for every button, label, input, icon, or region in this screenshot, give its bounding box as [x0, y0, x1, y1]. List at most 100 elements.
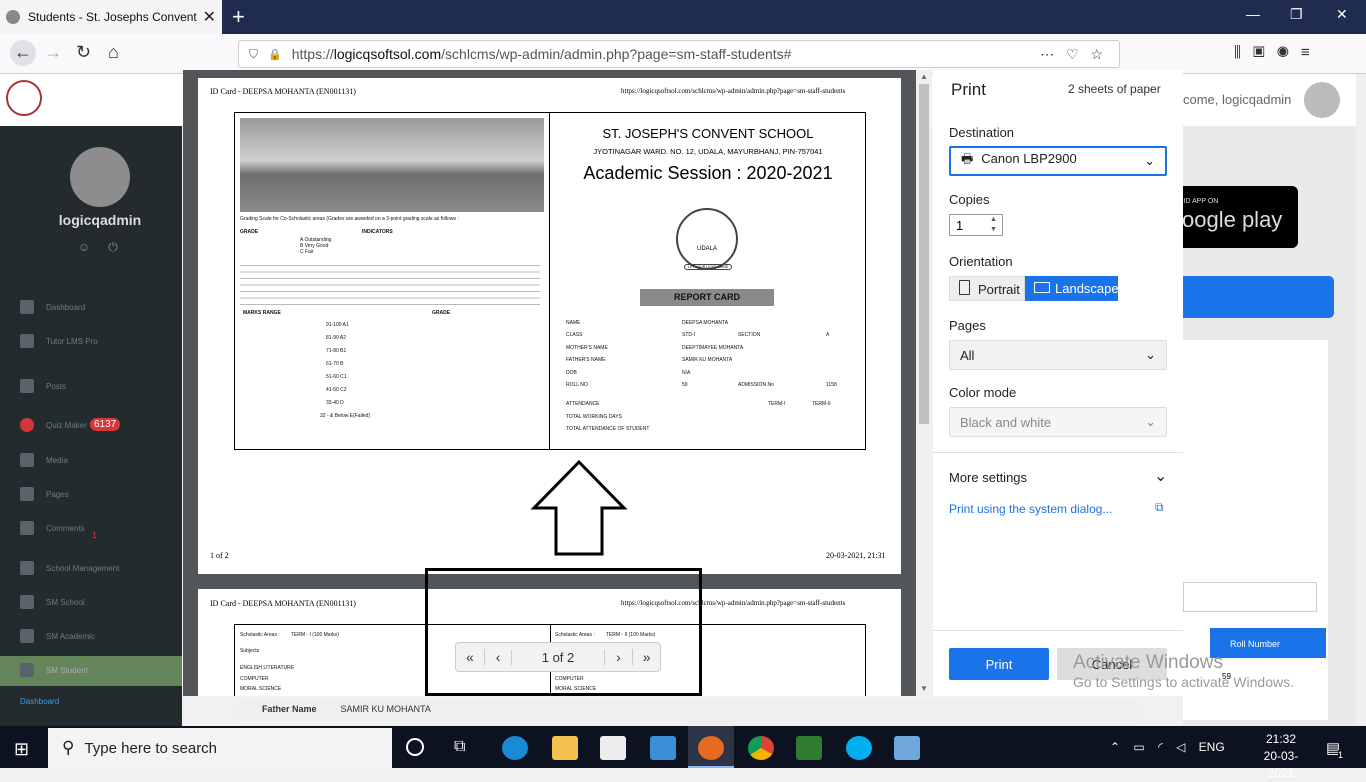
close-window-icon[interactable]: ✕ — [1336, 6, 1348, 23]
cortana-icon[interactable] — [406, 738, 424, 756]
printer-icon: 🖶 — [961, 151, 974, 166]
prev-page-icon[interactable]: ‹ — [483, 649, 512, 665]
divider — [933, 630, 1183, 631]
sidebar-item-tutor[interactable]: Tutor LMS Pro — [20, 334, 98, 348]
excel-icon[interactable] — [796, 736, 822, 760]
store-icon[interactable] — [600, 736, 626, 760]
windows-start-icon[interactable]: ⊞ — [14, 739, 29, 760]
cap-icon — [20, 561, 34, 575]
profile-icons[interactable]: ☺⏻ — [78, 240, 136, 255]
tab-students[interactable]: Students - St. Josephs Convent ✕ — [0, 0, 222, 34]
landscape-icon — [1034, 282, 1050, 293]
chevron-up-icon[interactable]: ⌃ — [1110, 740, 1120, 754]
portrait-icon — [959, 280, 970, 295]
copies-label: Copies — [949, 192, 990, 207]
student-admission: 1158 — [826, 382, 837, 388]
skype-icon[interactable] — [846, 736, 872, 760]
search-field-bg[interactable] — [1183, 582, 1317, 612]
indicators-label: INDICATORS — [362, 229, 393, 235]
mark-range-row: 33-40 D — [326, 400, 344, 406]
sidebar-item-sm-academic[interactable]: SM Academic — [20, 629, 95, 643]
sidebar-item-comments[interactable]: Comments — [20, 521, 85, 535]
language-indicator[interactable]: ENG — [1199, 740, 1225, 754]
page-actions-icon[interactable]: ⋯ ♡ ☆ — [1040, 46, 1119, 63]
copies-stepper[interactable]: ▲ ▼ — [990, 215, 997, 235]
student-dob: N/A — [682, 370, 691, 376]
sidebar-item-posts[interactable]: Posts — [20, 379, 66, 393]
firefox-icon[interactable] — [698, 736, 724, 760]
mail-icon[interactable] — [650, 736, 676, 760]
page2-header-left: ID Card - DEEPSA MOHANTA (EN001131) — [210, 599, 356, 608]
notification-count: 1 — [1338, 750, 1344, 760]
arrow-up-annotation — [530, 460, 628, 556]
more-settings[interactable]: More settings — [949, 470, 1027, 485]
sidebar-item-pages[interactable]: Pages — [20, 487, 69, 501]
user-name: logicqadmin — [58, 212, 142, 228]
url-bar[interactable]: ⛉ 🔒 https://logicqsoftsol.com/schlcms/wp… — [238, 40, 1120, 68]
sidebar-subitem-dashboard[interactable]: Dashboard — [20, 697, 59, 706]
school-address: JYOTINAGAR WARD. NO. 12, UDALA, MAYURBHA… — [593, 147, 823, 156]
system-tray[interactable]: ⌃ ▭ ◜ ◁ ENG — [1110, 740, 1225, 754]
wifi-icon[interactable]: ◜ — [1158, 740, 1163, 754]
volume-icon[interactable]: ◁ — [1176, 740, 1185, 754]
google-play-badge[interactable]: OID APP ON oogle play — [1168, 186, 1298, 248]
clock[interactable]: 21:32 20-03-2021 — [1256, 731, 1306, 782]
shield-icon: ⛉ — [249, 46, 259, 61]
chevron-down-icon: ⌄ — [1145, 414, 1156, 429]
minimize-icon[interactable]: — — [1246, 6, 1260, 22]
sidebar-item-dashboard[interactable]: Dashboard — [20, 300, 85, 314]
school-name: ST. JOSEPH'S CONVENT SCHOOL — [602, 126, 814, 141]
paint-icon[interactable] — [894, 736, 920, 760]
grade-label: GRADE — [240, 229, 259, 235]
edge-icon[interactable] — [502, 736, 528, 760]
first-page-icon[interactable]: « — [456, 649, 484, 665]
mark-range-row: 81-90 A2 — [326, 335, 347, 341]
sidebar-item-quiz[interactable]: Quiz Maker — [20, 418, 87, 432]
sidebar-item-sm-school[interactable]: SM School — [20, 595, 85, 609]
preview-scroll-thumb[interactable] — [919, 84, 929, 424]
back-button[interactable]: ← — [10, 40, 36, 66]
task-view-icon[interactable]: ⧉ — [454, 738, 465, 756]
sidebar-item-media[interactable]: Media — [20, 453, 68, 467]
favicon-icon — [6, 10, 20, 24]
home-button[interactable]: ⌂ — [108, 42, 119, 63]
student-section: A — [826, 332, 830, 338]
last-page-icon[interactable]: » — [632, 649, 660, 665]
reload-button[interactable]: ↻ — [76, 42, 91, 63]
battery-icon[interactable]: ▭ — [1133, 740, 1144, 754]
mark-range-row: 41-50 C2 — [326, 387, 347, 393]
next-page-icon[interactable]: › — [605, 649, 633, 665]
chevron-down-icon[interactable]: ⌄ — [1154, 466, 1167, 486]
system-dialog-link[interactable]: Print using the system dialog... — [949, 502, 1112, 516]
quiz-icon — [20, 418, 34, 432]
toolbar-icons[interactable]: ⫼▣◉≡ — [1234, 44, 1322, 61]
chrome-icon[interactable] — [748, 736, 774, 760]
page-scrollbar[interactable] — [1356, 74, 1366, 726]
sidebar-item-sm-student[interactable]: SM Student — [20, 663, 88, 677]
new-tab-button[interactable]: + — [232, 4, 245, 30]
close-tab-icon[interactable]: ✕ — [203, 7, 216, 27]
taskbar-search[interactable]: ⚲ Type here to search — [48, 728, 392, 768]
media-icon — [20, 453, 34, 467]
blue-action-bar[interactable] — [1168, 276, 1334, 318]
comment-icon — [20, 521, 34, 535]
maximize-icon[interactable]: ❐ — [1290, 6, 1303, 23]
student-roll: 59 — [682, 382, 688, 388]
file-explorer-icon[interactable] — [552, 736, 578, 760]
pages-select[interactable]: All ⌄ — [949, 340, 1167, 370]
scroll-up-icon[interactable]: ▲ — [920, 72, 928, 81]
forward-button[interactable]: → — [44, 42, 62, 63]
sidebar-item-school-management[interactable]: School Management — [20, 561, 119, 575]
url-text: https://logicqsoftsol.com/schlcms/wp-adm… — [291, 46, 792, 62]
print-button[interactable]: Print — [949, 648, 1049, 680]
destination-select[interactable]: 🖶 Canon LBP2900 ⌄ — [949, 146, 1167, 176]
open-external-icon[interactable]: ⧉ — [1155, 500, 1164, 515]
school-photo — [240, 118, 544, 212]
color-mode-select[interactable]: Black and white ⌄ — [949, 407, 1167, 437]
building-icon — [20, 595, 34, 609]
mark-range-row: 51-60 C1 — [326, 374, 347, 380]
school-logo — [6, 80, 42, 116]
admin-avatar[interactable] — [1304, 82, 1340, 118]
scroll-down-icon[interactable]: ▼ — [920, 684, 928, 693]
mother-name: DEEPTIMAYEE MOHANTA — [682, 345, 744, 351]
